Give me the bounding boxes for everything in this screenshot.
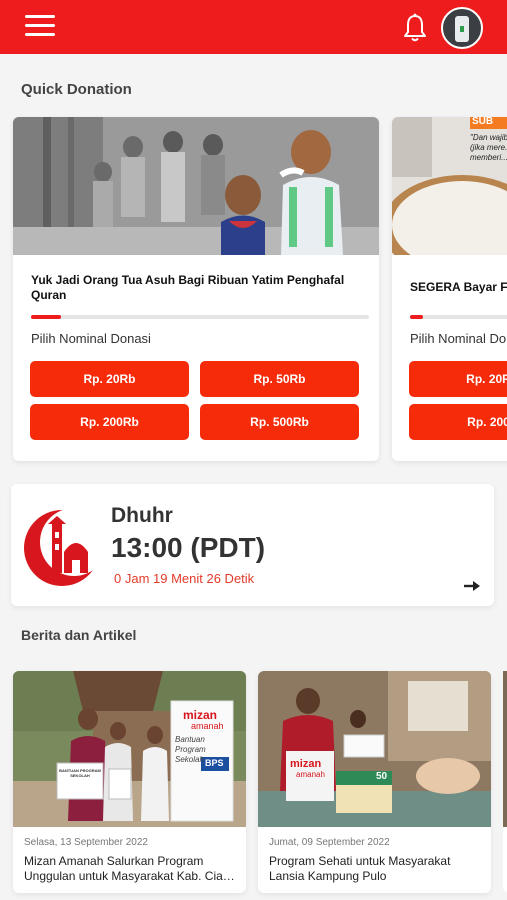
campaign-image — [13, 117, 379, 255]
bag-brand: mizan — [290, 758, 322, 770]
news-card-peek — [503, 671, 507, 893]
user-avatar[interactable] — [441, 7, 483, 49]
news-image — [258, 671, 491, 827]
campaign-progress-fill — [410, 315, 423, 319]
campaign-progress-fill — [31, 315, 62, 319]
amount-button-50rb[interactable]: Rp. 50Rb — [200, 361, 359, 397]
amount-button-200rb[interactable]: Rp. 200 — [409, 404, 507, 440]
news-date: Jumat, 09 September 2022 — [269, 837, 390, 848]
news-heading: Berita dan Artikel — [21, 627, 137, 643]
prayer-time-card[interactable]: Dhuhr 13:00 (PDT) 0 Jam 19 Menit 26 Deti… — [11, 484, 494, 606]
news-date: Selasa, 13 September 2022 — [24, 837, 148, 848]
donation-card[interactable]: Yuk Jadi Orang Tua Asuh Bagi Ribuan Yati… — [13, 117, 379, 461]
amount-button-200rb[interactable]: Rp. 200Rb — [30, 404, 189, 440]
nominal-label: Pilih Nominal Donasi — [31, 331, 151, 346]
campaign-progress — [410, 315, 507, 319]
news-title: Program Sehati untuk Masyarakat Lansia K… — [269, 854, 451, 883]
arrow-right-icon[interactable] — [463, 580, 481, 592]
banner-brand-sub: amanah — [191, 721, 224, 731]
banner-brand: mizan — [183, 708, 218, 722]
news-title: Mizan Amanah Salurkan Program Unggulan u… — [24, 854, 235, 883]
campaign-title: Yuk Jadi Orang Tua Asuh Bagi Ribuan Yati… — [31, 273, 345, 302]
nominal-label: Pilih Nominal Do — [410, 331, 507, 346]
amount-button-20rb[interactable]: Rp. 20Rb — [30, 361, 189, 397]
quick-donation-heading: Quick Donation — [21, 81, 132, 98]
amount-button-20rb[interactable]: Rp. 20R — [409, 361, 507, 397]
amount-button-500rb[interactable]: Rp. 500Rb — [200, 404, 359, 440]
box-number: 50 — [376, 771, 388, 782]
top-app-bar — [0, 0, 507, 54]
donation-card[interactable]: SUB "Dan wajib... (jika mere... memberi.… — [392, 117, 507, 461]
banner-badge: BPS — [205, 758, 224, 768]
news-card[interactable]: mizan amanah Bantuan Program Sekolah BPS… — [13, 671, 246, 893]
bell-icon[interactable] — [402, 13, 428, 43]
held-sign-text: BANTUAN PROGRAM SEKOLAH — [59, 768, 101, 778]
bag-brand-sub: amanah — [296, 770, 325, 779]
prayer-time: 13:00 (PDT) — [111, 532, 266, 563]
mosque-crescent-icon — [24, 508, 102, 586]
image-badge: SUB — [472, 117, 494, 127]
image-caption: "Dan wajib... (jika mere... memberi... — [470, 133, 507, 162]
campaign-progress — [31, 315, 369, 319]
hamburger-icon[interactable] — [25, 15, 55, 39]
news-card[interactable]: mizan amanah 50 Jumat, 09 September 2022… — [258, 671, 491, 893]
prayer-countdown: 0 Jam 19 Menit 26 Detik — [114, 571, 255, 586]
prayer-name: Dhuhr — [111, 504, 173, 527]
campaign-title: SEGERA Bayar F — [410, 280, 507, 294]
